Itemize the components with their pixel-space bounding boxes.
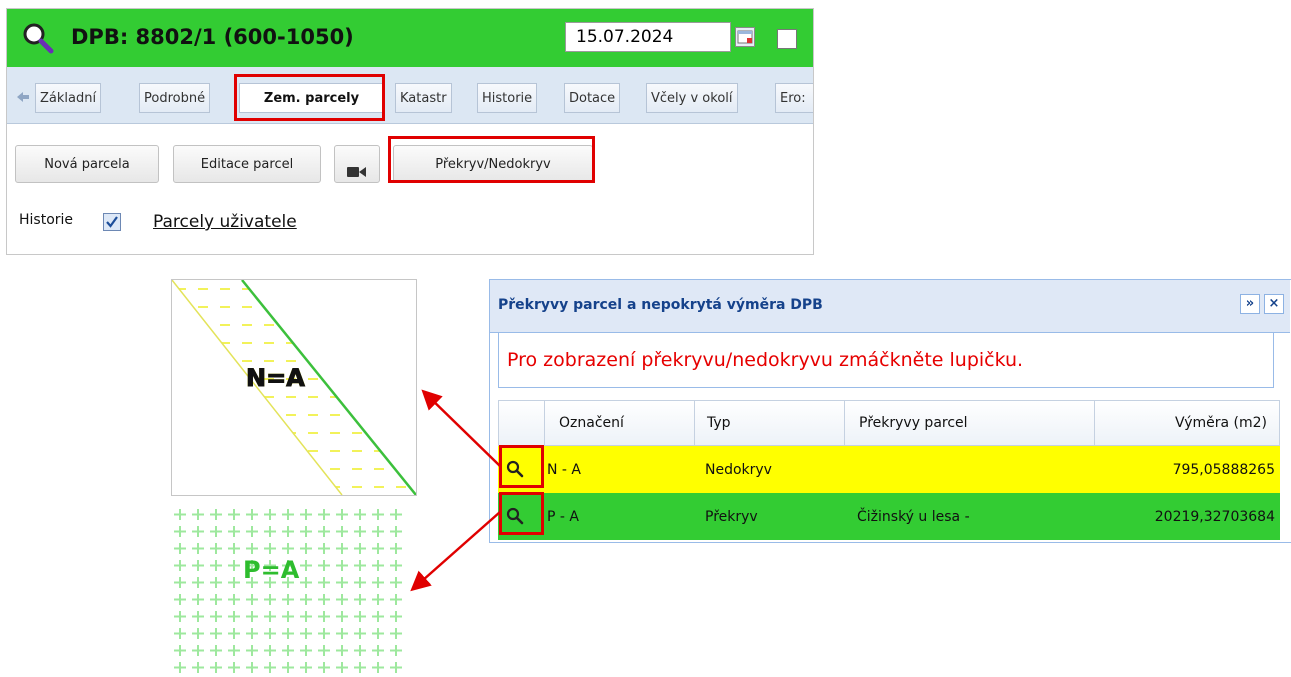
cell-area: 20219,32703684 (1154, 508, 1275, 525)
date-field[interactable] (565, 22, 731, 52)
zoom-button[interactable] (500, 454, 530, 484)
tab-cadastre[interactable]: Katastr (395, 83, 452, 113)
overlap-thumbnail: P=A (171, 506, 405, 677)
column-header-area[interactable]: Výměra (m2) (1094, 401, 1281, 445)
dialog-message: Pro zobrazení překryvu/nedokryvu zmáčkně… (498, 332, 1274, 388)
history-checkbox[interactable] (103, 213, 121, 231)
table-row[interactable]: N - A Nedokryv 795,05888265 (498, 446, 1280, 493)
cell-type: Nedokryv (705, 461, 772, 478)
new-parcel-button[interactable]: Nová parcela (15, 145, 159, 183)
tab-agricultural-parcels[interactable]: Zem. parcely (239, 83, 384, 113)
dialog-title: Překryvy parcel a nepokrytá výměra DPB (498, 297, 823, 313)
magnifier-icon (506, 507, 524, 525)
tab-subsidies[interactable]: Dotace (564, 83, 621, 113)
zoom-button[interactable] (500, 501, 530, 531)
tab-bar: Základní Podrobné Zem. parcely Katastr H… (7, 67, 813, 124)
calendar-icon[interactable] (735, 27, 755, 47)
overlap-dialog: Překryvy parcel a nepokrytá výměra DPB »… (489, 279, 1291, 543)
dpb-detail-panel: DPB: 8802/1 (600-1050) Základní Podrobné… (6, 8, 814, 255)
cell-type: Překryv (705, 508, 758, 525)
close-icon[interactable]: × (1264, 294, 1284, 314)
scroll-left-icon[interactable] (15, 89, 31, 109)
collapse-icon[interactable]: » (1240, 294, 1260, 314)
dialog-header: Překryvy parcel a nepokrytá výměra DPB »… (490, 280, 1290, 333)
panel-header: DPB: 8802/1 (600-1050) (7, 9, 813, 67)
header-checkbox[interactable] (777, 29, 797, 49)
tab-erosion[interactable]: Ero: (775, 83, 813, 113)
video-camera-icon (347, 157, 367, 195)
column-header-type[interactable]: Typ (694, 401, 857, 445)
cell-label: P - A (547, 508, 579, 525)
tab-bees-nearby[interactable]: Včely v okolí (646, 83, 738, 113)
overlap-button[interactable]: Překryv/Nedokryv (393, 145, 593, 183)
search-icon[interactable] (21, 21, 55, 59)
camera-button[interactable] (334, 145, 380, 183)
undercover-label: N=A (246, 364, 306, 393)
cell-area: 795,05888265 (1172, 461, 1275, 478)
magnifier-icon (506, 460, 524, 478)
user-parcels-link[interactable]: Parcely uživatele (153, 212, 297, 232)
edit-parcels-button[interactable]: Editace parcel (173, 145, 321, 183)
cell-overlaps (843, 446, 1107, 493)
page-title: DPB: 8802/1 (600-1050) (71, 25, 354, 49)
column-header-overlaps[interactable]: Překryvy parcel (844, 401, 1109, 445)
grid-header: Označení Typ Překryvy parcel Výměra (m2) (498, 400, 1280, 446)
overlap-label: P=A (243, 556, 300, 584)
undercover-thumbnail: N=A (171, 279, 417, 496)
tab-history[interactable]: Historie (477, 83, 538, 113)
column-header-label[interactable]: Označení (544, 401, 709, 445)
history-label: Historie (19, 212, 74, 228)
table-row[interactable]: P - A Překryv Čižinský u lesa - 20219,32… (498, 493, 1280, 540)
cell-overlaps: Čižinský u lesa - (857, 508, 970, 525)
cell-label: N - A (547, 461, 582, 478)
tab-basic[interactable]: Základní (35, 83, 102, 113)
tab-detailed[interactable]: Podrobné (139, 83, 211, 113)
